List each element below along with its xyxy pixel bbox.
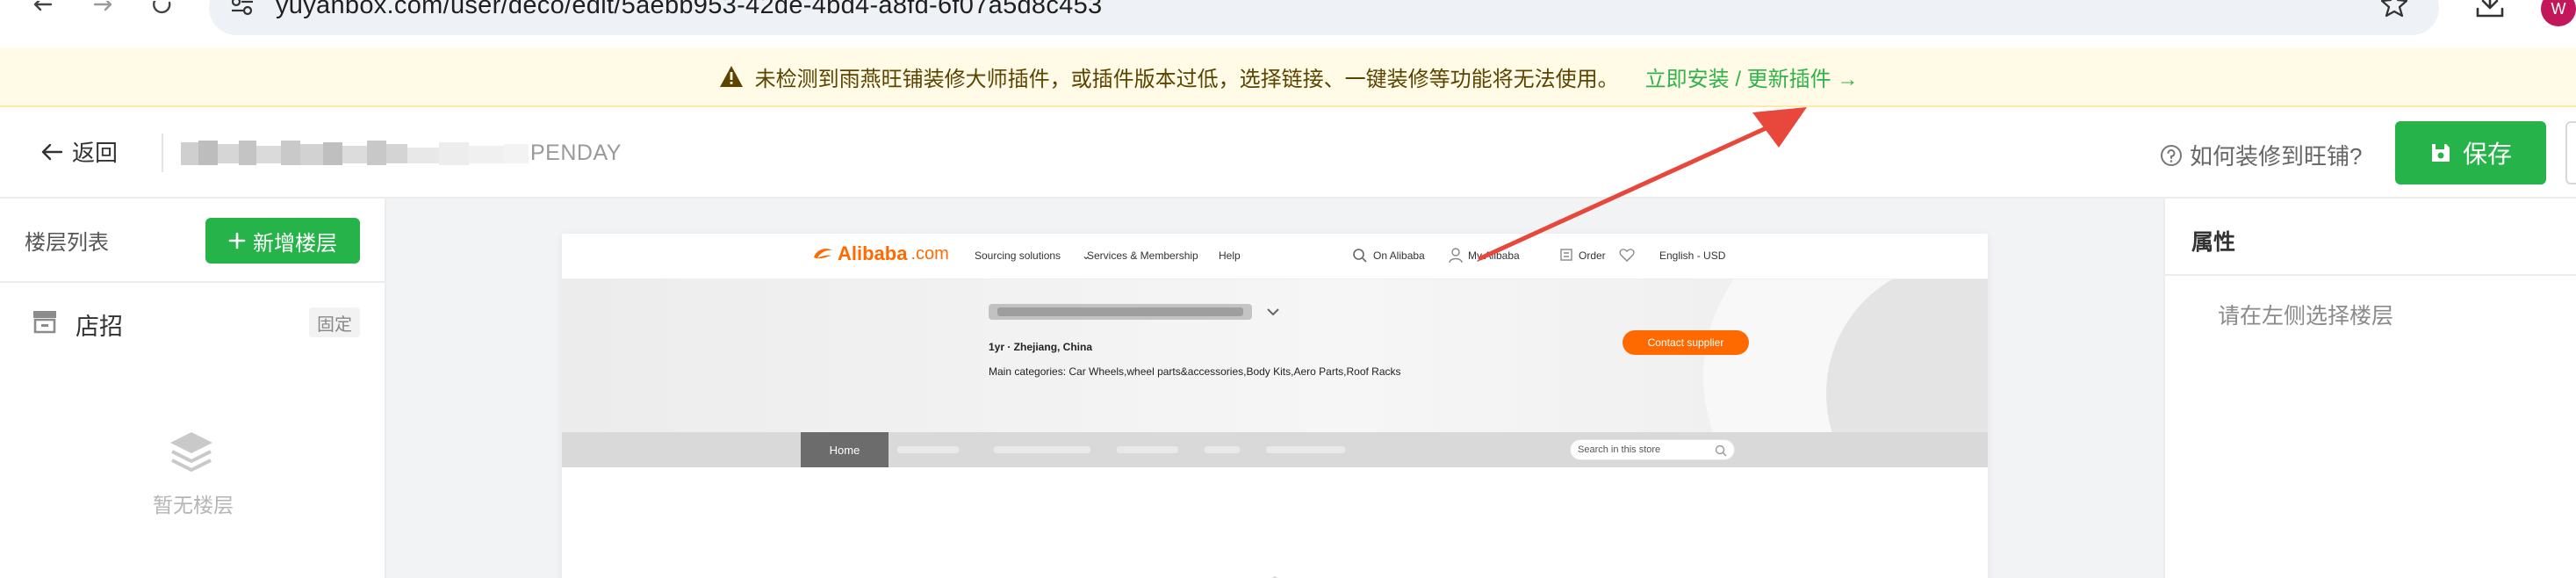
app-window: yuyanbox.com/user/deco/edit/5aebb953-42d… — [0, 0, 2576, 578]
add-floor-button[interactable]: 新增楼层 — [205, 218, 360, 264]
save-label: 保存 — [2462, 141, 2512, 168]
store-search-input[interactable]: Search in this store — [1570, 439, 1735, 460]
store-sign-banner: 1yr · Zhejiang, China Main categories: C… — [562, 279, 1988, 432]
layers-icon — [170, 432, 212, 472]
floor-item-store-sign[interactable]: 店招 固定 — [0, 283, 386, 374]
add-floor-label: 新增楼层 — [253, 231, 337, 256]
help-link[interactable]: 如何装修到旺铺? — [2160, 139, 2362, 171]
search-icon — [1715, 444, 1727, 457]
plugin-warning-banner: 未检测到雨燕旺铺装修大师插件，或插件版本过低，选择链接、一键装修等功能将无法使用… — [0, 47, 2576, 107]
layers-icon — [1271, 576, 1278, 578]
question-circle-icon — [2161, 144, 2182, 166]
properties-panel: 属性 请在左侧选择楼层 — [2163, 199, 2576, 578]
nav-help[interactable]: Help — [1219, 249, 1241, 262]
properties-title: 属性 — [2191, 230, 2236, 255]
nav-my-alibaba[interactable]: My Alibaba — [1468, 249, 1520, 262]
floor-list-panel: 楼层列表 新增楼层 店招 固定 暂无楼层 — [0, 199, 386, 578]
panel-divider — [2165, 274, 2576, 276]
reload-icon[interactable] — [144, 0, 183, 19]
user-icon — [1449, 248, 1463, 264]
save-button[interactable]: 保存 — [2395, 121, 2546, 184]
nav-language[interactable]: English - USD — [1659, 249, 1725, 262]
heart-icon[interactable] — [1619, 248, 1635, 262]
download-icon[interactable] — [2474, 0, 2506, 23]
nav-on-alibaba[interactable]: On Alibaba — [1373, 249, 1425, 262]
forward-arrow-icon[interactable] — [84, 0, 123, 19]
help-label: 如何装修到旺铺? — [2190, 143, 2363, 170]
store-preview[interactable]: Alibaba .com Sourcing solutions ⌄ Service… — [562, 234, 1988, 578]
nav-services[interactable]: Services & Membership — [1087, 249, 1198, 262]
store-search-placeholder: Search in this store — [1578, 444, 1661, 455]
alibaba-top-bar: Alibaba .com Sourcing solutions ⌄ Service… — [562, 234, 1988, 279]
store-sign-label: 店招 — [76, 314, 123, 340]
fixed-badge: 固定 — [309, 307, 360, 337]
shop-name-blurred — [181, 141, 529, 165]
nav-sourcing[interactable]: Sourcing solutions — [975, 249, 1061, 262]
back-arrow-icon[interactable] — [23, 0, 61, 19]
company-name-blurred — [989, 304, 1279, 320]
back-label: 返回 — [72, 140, 119, 166]
alibaba-logo-suffix: .com — [910, 243, 949, 264]
store-icon — [33, 311, 56, 334]
warning-icon — [719, 66, 743, 87]
banner-message: 未检测到雨燕旺铺装修大师插件，或插件版本过低，选择链接、一键装修等功能将无法使用… — [754, 67, 1619, 91]
search-icon[interactable] — [1352, 248, 1368, 264]
browser-toolbar: yuyanbox.com/user/deco/edit/5aebb953-42d… — [0, 0, 2576, 47]
install-plugin-link[interactable]: 立即安装 / 更新插件 → — [1645, 61, 1859, 92]
empty-floors-text: 暂无楼层 — [153, 494, 234, 517]
save-disk-icon — [2431, 144, 2450, 162]
alibaba-logo-text: Alibaba — [838, 242, 908, 264]
alibaba-logo-icon — [814, 249, 832, 259]
profile-avatar[interactable]: W — [2541, 0, 2576, 26]
company-meta: 1yr · Zhejiang, China — [989, 341, 1093, 353]
plus-icon — [228, 232, 246, 249]
nav-order[interactable]: Order — [1579, 249, 1606, 262]
header-divider — [162, 134, 163, 172]
main-categories: Main categories: Car Wheels,wheel parts&… — [989, 365, 1401, 378]
shop-name-suffix: PENDAY — [530, 141, 622, 165]
store-nav-items-blurred — [897, 446, 1345, 453]
properties-hint: 请在左侧选择楼层 — [2218, 304, 2394, 329]
arrow-left-icon — [41, 143, 63, 160]
contact-supplier-button[interactable]: Contact supplier — [1623, 330, 1749, 355]
design-canvas: Alibaba .com Sourcing solutions ⌄ Service… — [386, 199, 2163, 578]
store-nav-home[interactable]: Home — [801, 432, 889, 467]
url-text[interactable]: yuyanbox.com/user/deco/edit/5aebb953-42d… — [276, 0, 1102, 20]
more-button[interactable] — [2565, 121, 2576, 184]
site-settings-icon[interactable] — [230, 0, 255, 16]
editor-header: 返回 PENDAY 如何装修到旺铺? 保存 — [0, 107, 2576, 199]
back-button[interactable]: 返回 — [40, 135, 118, 168]
floor-list-title: 楼层列表 — [25, 231, 109, 255]
order-icon — [1560, 249, 1572, 261]
alibaba-logo: Alibaba .com — [811, 242, 949, 265]
bookmark-star-icon[interactable] — [2381, 0, 2407, 21]
store-nav-bar: Home Search in this store — [562, 432, 1988, 467]
